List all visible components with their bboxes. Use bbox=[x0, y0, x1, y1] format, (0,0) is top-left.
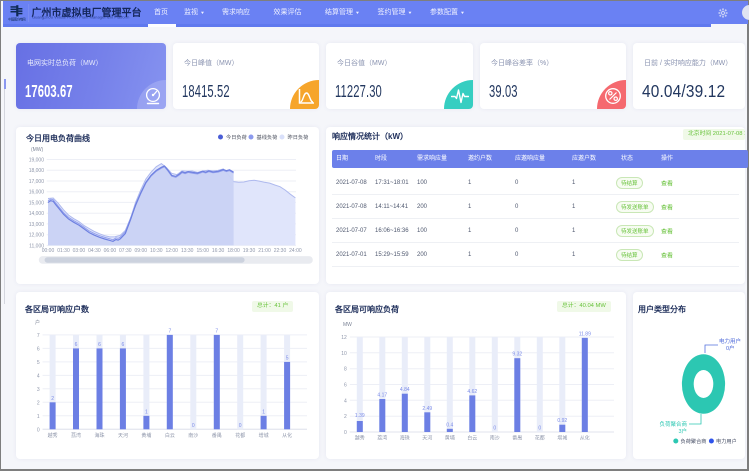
svg-text:3户: 3户 bbox=[678, 427, 687, 435]
svg-text:9.32: 9.32 bbox=[512, 352, 522, 358]
svg-text:从化: 从化 bbox=[580, 435, 590, 442]
svg-text:19:30: 19:30 bbox=[243, 248, 256, 254]
svg-text:电力用户: 电力用户 bbox=[719, 337, 741, 345]
svg-text:天河: 天河 bbox=[118, 432, 128, 439]
svg-text:15:00: 15:00 bbox=[196, 248, 209, 254]
svg-text:MW: MW bbox=[343, 322, 352, 328]
svg-text:4.84: 4.84 bbox=[400, 387, 410, 393]
svg-text:2: 2 bbox=[344, 414, 347, 420]
svg-text:7: 7 bbox=[37, 333, 40, 339]
svg-text:5: 5 bbox=[37, 360, 40, 366]
svg-text:01:30: 01:30 bbox=[57, 248, 70, 254]
svg-text:(MW): (MW) bbox=[31, 147, 44, 153]
svg-text:0: 0 bbox=[37, 427, 40, 433]
svg-text:18:00: 18:00 bbox=[227, 248, 240, 254]
svg-text:21:00: 21:00 bbox=[258, 248, 271, 254]
svg-text:1: 1 bbox=[37, 414, 40, 420]
svg-text:2: 2 bbox=[37, 400, 40, 406]
svg-text:越秀: 越秀 bbox=[48, 432, 58, 439]
svg-text:24:00: 24:00 bbox=[289, 248, 302, 254]
svg-text:越秀: 越秀 bbox=[355, 435, 365, 442]
svg-text:2.49: 2.49 bbox=[422, 406, 432, 412]
svg-text:花都: 花都 bbox=[535, 435, 545, 442]
svg-text:基线负荷: 基线负荷 bbox=[257, 133, 278, 141]
svg-text:12:00: 12:00 bbox=[165, 248, 178, 254]
svg-text:今日负荷: 今日负荷 bbox=[226, 133, 247, 141]
svg-text:中国南方电网: 中国南方电网 bbox=[8, 17, 26, 22]
svg-text:22:30: 22:30 bbox=[274, 248, 287, 254]
svg-text:天河: 天河 bbox=[422, 435, 432, 442]
svg-text:04:30: 04:30 bbox=[88, 248, 101, 254]
svg-text:13:30: 13:30 bbox=[181, 248, 194, 254]
svg-text:8: 8 bbox=[344, 367, 347, 373]
svg-text:荔湾: 荔湾 bbox=[377, 435, 387, 442]
svg-text:10:30: 10:30 bbox=[150, 248, 163, 254]
svg-text:南沙: 南沙 bbox=[188, 432, 198, 439]
svg-text:4.62: 4.62 bbox=[467, 389, 477, 395]
svg-text:昨日负荷: 昨日负荷 bbox=[288, 133, 309, 141]
svg-text:11.89: 11.89 bbox=[579, 331, 591, 337]
svg-text:4.17: 4.17 bbox=[377, 393, 387, 399]
svg-text:6: 6 bbox=[37, 346, 40, 352]
svg-text:12: 12 bbox=[341, 335, 347, 341]
svg-text:番禺: 番禺 bbox=[212, 432, 222, 439]
svg-text:14,000: 14,000 bbox=[29, 211, 45, 217]
svg-text:13,000: 13,000 bbox=[29, 222, 45, 228]
svg-text:03:00: 03:00 bbox=[73, 248, 86, 254]
svg-text:4: 4 bbox=[344, 398, 347, 404]
svg-text:5: 5 bbox=[286, 355, 289, 361]
svg-text:7: 7 bbox=[215, 328, 218, 334]
svg-text:0.4: 0.4 bbox=[446, 422, 453, 428]
svg-text:0.92: 0.92 bbox=[557, 418, 567, 424]
svg-text:6: 6 bbox=[344, 383, 347, 389]
svg-text:6: 6 bbox=[98, 342, 101, 348]
svg-text:1.39: 1.39 bbox=[355, 413, 365, 419]
svg-text:4: 4 bbox=[37, 373, 40, 379]
svg-text:增城: 增城 bbox=[557, 435, 567, 442]
svg-text:0: 0 bbox=[239, 423, 242, 429]
svg-text:南沙: 南沙 bbox=[490, 435, 500, 442]
svg-text:18,000: 18,000 bbox=[29, 168, 45, 174]
svg-text:15,000: 15,000 bbox=[29, 200, 45, 206]
svg-text:6: 6 bbox=[122, 342, 125, 348]
svg-text:荔湾: 荔湾 bbox=[71, 432, 81, 439]
svg-text:黄埔: 黄埔 bbox=[141, 432, 151, 439]
svg-text:0户: 0户 bbox=[726, 344, 735, 352]
svg-text:从化: 从化 bbox=[282, 432, 292, 439]
svg-text:花都: 花都 bbox=[235, 432, 245, 439]
svg-text:1: 1 bbox=[262, 409, 265, 415]
svg-text:1: 1 bbox=[145, 409, 148, 415]
svg-text:12,000: 12,000 bbox=[29, 233, 45, 239]
svg-text:6: 6 bbox=[75, 342, 78, 348]
svg-text:00:00: 00:00 bbox=[42, 248, 55, 254]
svg-text:16:30: 16:30 bbox=[212, 248, 225, 254]
svg-text:0: 0 bbox=[344, 430, 347, 436]
svg-text:3: 3 bbox=[37, 387, 40, 393]
svg-text:19,000: 19,000 bbox=[29, 158, 45, 164]
svg-text:2: 2 bbox=[51, 396, 54, 402]
svg-text:增城: 增城 bbox=[259, 432, 269, 439]
svg-text:白云: 白云 bbox=[165, 432, 175, 439]
svg-text:负荷聚合商: 负荷聚合商 bbox=[659, 420, 687, 428]
svg-text:0: 0 bbox=[192, 423, 195, 429]
svg-text:海珠: 海珠 bbox=[94, 432, 104, 439]
svg-text:0: 0 bbox=[493, 426, 496, 432]
svg-text:0: 0 bbox=[538, 426, 541, 432]
svg-text:17,000: 17,000 bbox=[29, 179, 45, 185]
svg-text:户: 户 bbox=[35, 319, 40, 326]
svg-text:海珠: 海珠 bbox=[400, 435, 410, 442]
svg-text:番禺: 番禺 bbox=[512, 435, 522, 442]
svg-text:07:30: 07:30 bbox=[119, 248, 132, 254]
svg-text:06:00: 06:00 bbox=[104, 248, 117, 254]
svg-text:白云: 白云 bbox=[467, 435, 477, 442]
svg-text:黄埔: 黄埔 bbox=[445, 435, 455, 442]
svg-text:电力用户: 电力用户 bbox=[716, 437, 737, 445]
svg-text:09:00: 09:00 bbox=[135, 248, 148, 254]
svg-text:16,000: 16,000 bbox=[29, 190, 45, 196]
svg-text:负荷聚合商: 负荷聚合商 bbox=[681, 437, 707, 445]
svg-text:10: 10 bbox=[341, 351, 347, 357]
svg-text:7: 7 bbox=[168, 328, 171, 334]
